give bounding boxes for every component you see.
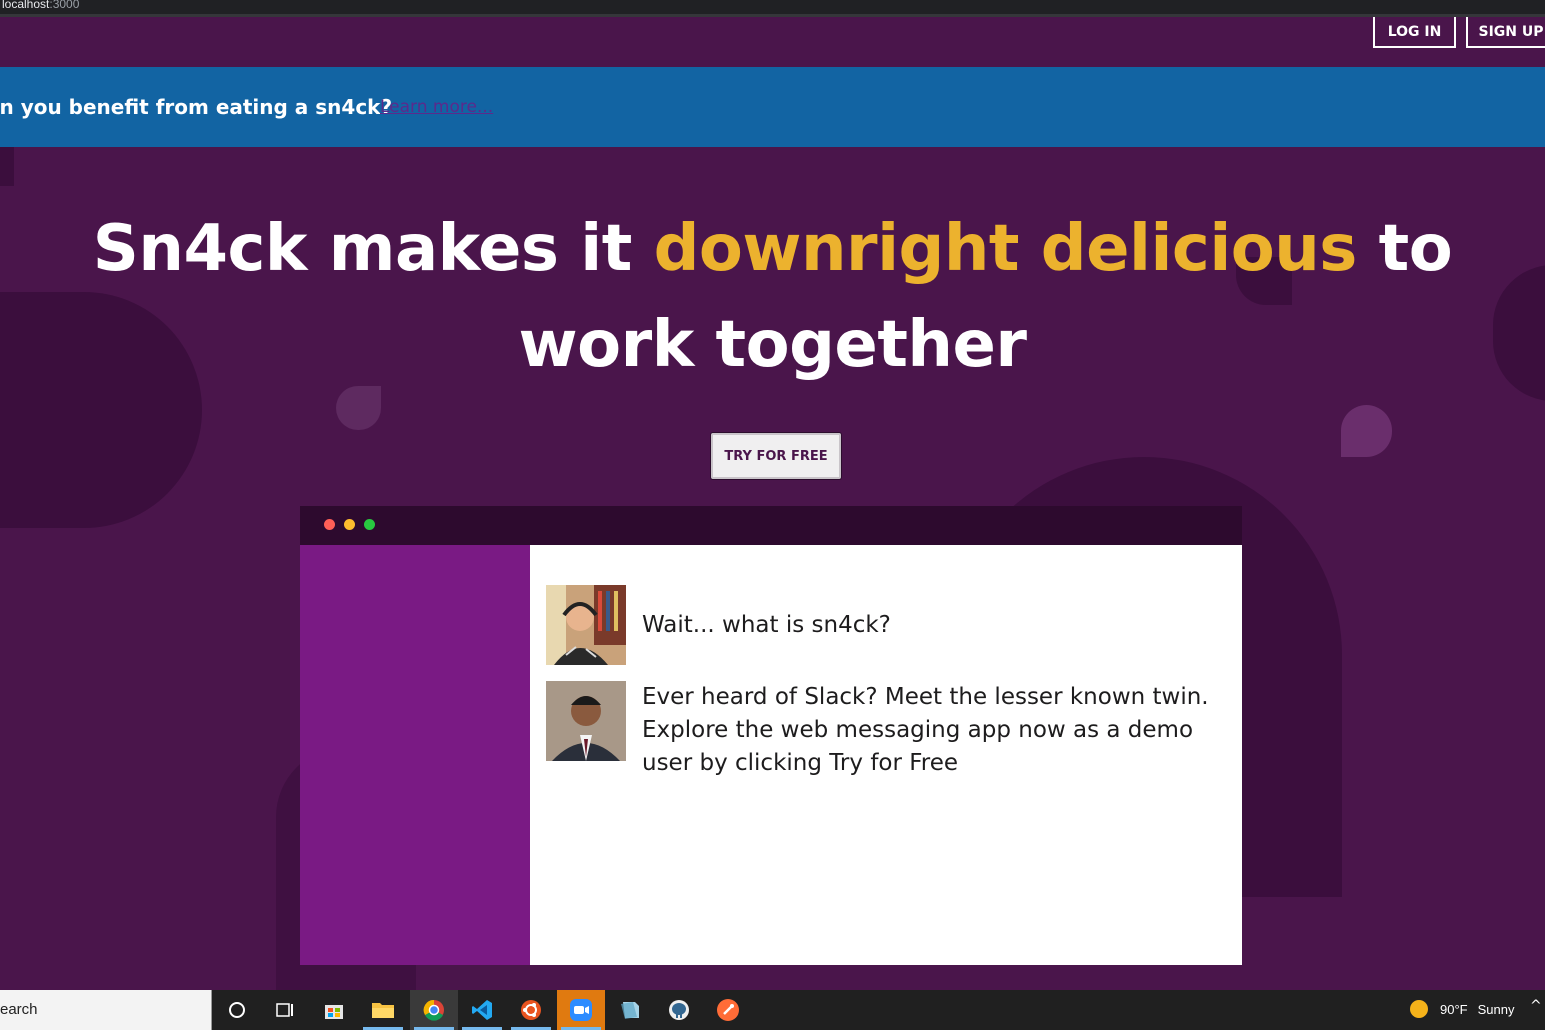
signup-button[interactable]: SIGN UP [1466, 17, 1545, 48]
hero-headline: Sn4ck makes it downright delicious to wo… [0, 201, 1545, 393]
minimize-dot-icon [344, 519, 355, 530]
browser-address-bar[interactable]: localhost:3000 [0, 0, 1545, 17]
taskbar-search-box[interactable]: earch [0, 990, 212, 1030]
chevron-up-icon[interactable]: ^ [1530, 998, 1542, 1014]
demo-app-window: Wait... what is sn4ck? Ever heard of Sla… [300, 506, 1242, 965]
avatar-user-1 [546, 585, 626, 665]
banner-question: an you benefit from eating a sn4ck? [0, 95, 393, 119]
close-dot-icon [324, 519, 335, 530]
weather-temp: 90°F [1440, 1001, 1468, 1017]
message-text: Ever heard of Slack? Meet the lesser kno… [642, 684, 1209, 776]
weather-desc: Sunny [1477, 1001, 1515, 1017]
hero-section: Sn4ck makes it downright delicious to wo… [0, 147, 1545, 990]
decor-shape-top-left [0, 147, 14, 186]
address-url[interactable]: localhost:3000 [2, 0, 79, 11]
try-for-free-button[interactable]: TRY FOR FREE [711, 433, 841, 479]
learn-more-link[interactable]: Learn more... [380, 97, 493, 117]
store-icon[interactable] [310, 990, 358, 1030]
vscode-icon[interactable] [458, 990, 506, 1030]
window-titlebar [300, 506, 1242, 545]
promo-banner: an you benefit from eating a sn4ck? Lear… [0, 67, 1545, 147]
avatar-user-2 [546, 681, 626, 761]
taskbar-search-text: earch [0, 1001, 38, 1018]
file-explorer-icon[interactable] [359, 990, 407, 1030]
cortana-icon[interactable] [213, 990, 261, 1030]
message-item: Wait... what is sn4ck? [546, 585, 891, 665]
weather-widget[interactable]: 90°F Sunny [1410, 1000, 1514, 1018]
message-item: Ever heard of Slack? Meet the lesser kno… [546, 681, 1222, 780]
decor-drop-right [1341, 405, 1392, 457]
ubuntu-icon[interactable] [507, 990, 555, 1030]
headline-highlight: downright delicious [653, 212, 1358, 286]
login-button[interactable]: LOG IN [1373, 17, 1456, 48]
demo-sidebar [300, 545, 530, 965]
zoom-icon[interactable] [557, 990, 605, 1030]
windows-taskbar: earch 90°F Sunny ^ [0, 990, 1545, 1030]
notes-icon[interactable] [606, 990, 654, 1030]
task-view-icon[interactable] [261, 990, 309, 1030]
postman-icon[interactable] [704, 990, 752, 1030]
postgres-icon[interactable] [655, 990, 703, 1030]
maximize-dot-icon [364, 519, 375, 530]
top-nav: LOG IN SIGN UP [0, 17, 1545, 67]
message-text: Wait... what is sn4ck? [642, 611, 891, 638]
sun-icon [1410, 1000, 1428, 1018]
demo-message-pane: Wait... what is sn4ck? Ever heard of Sla… [530, 545, 1242, 965]
chrome-icon[interactable] [410, 990, 458, 1030]
headline-pre: Sn4ck makes it [92, 212, 654, 286]
